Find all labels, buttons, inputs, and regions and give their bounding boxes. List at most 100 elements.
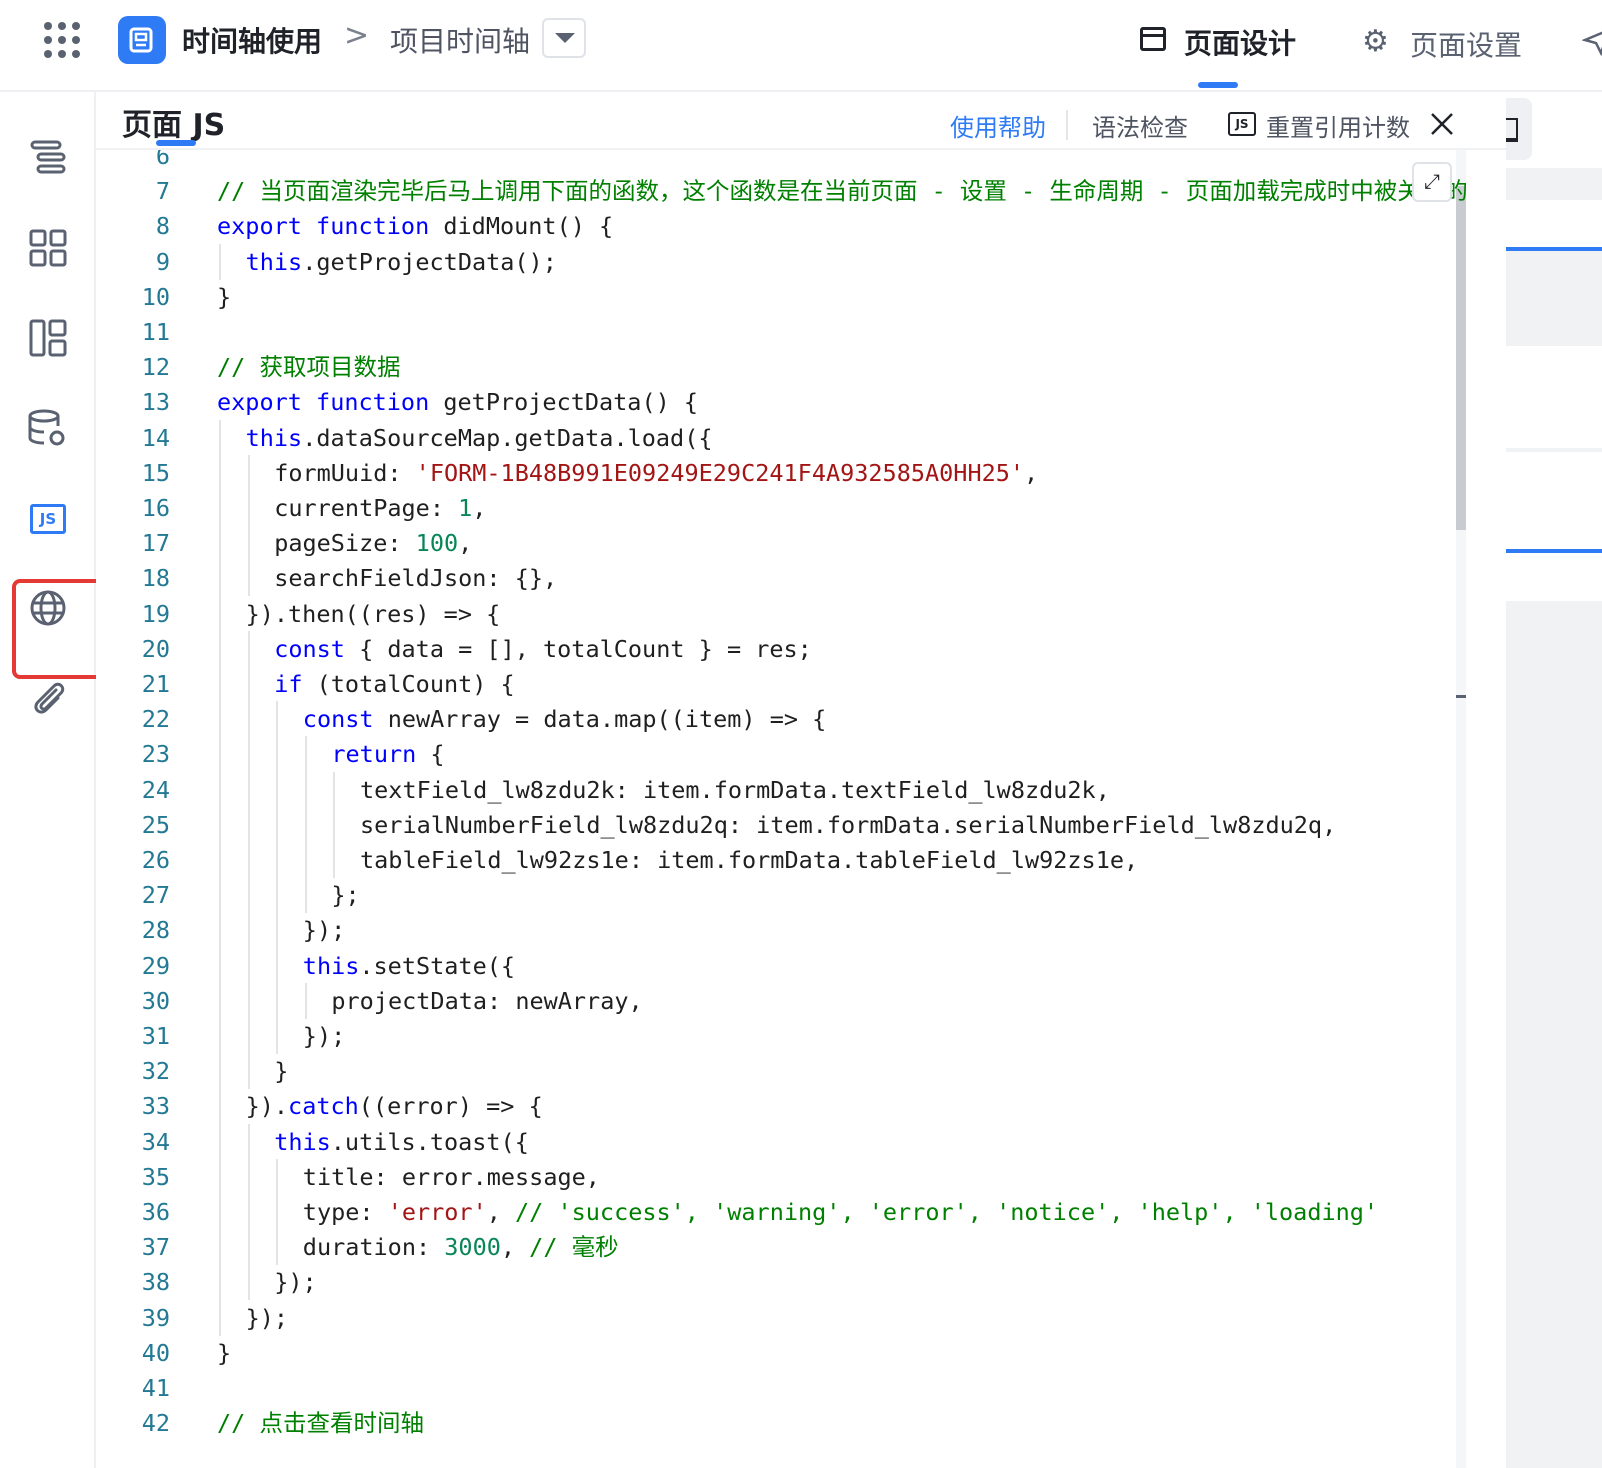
tab-page-settings-label: 页面设置	[1410, 29, 1523, 62]
line-number: 9	[155, 247, 170, 276]
line-number: 8	[155, 212, 170, 241]
line-number: 16	[141, 494, 170, 522]
code-line[interactable]: 28});	[96, 912, 1496, 949]
code-line[interactable]: 31});	[96, 1018, 1496, 1054]
js-file-icon: JS	[1228, 112, 1256, 136]
code-line[interactable]: 12 // 获取项目数据	[96, 349, 1496, 385]
left-sidebar: JS	[0, 92, 104, 1468]
code-line[interactable]: 24 textField_lw8zdu2k: item.formData.text…	[96, 771, 1496, 808]
indent-guide	[219, 1018, 221, 1054]
code-text: export function didMount() {	[217, 208, 613, 244]
code-line[interactable]: 39});	[96, 1299, 1496, 1336]
code-line[interactable]: 21 if (totalCount) {	[96, 666, 1496, 702]
indent-guide	[276, 1229, 279, 1266]
line-number: 7	[155, 177, 170, 206]
indent-guide	[304, 877, 307, 914]
indent-guide	[219, 1299, 221, 1336]
tab-page-design-label: 页面设计	[1184, 27, 1297, 60]
code-line[interactable]: 18 searchFieldJson: {},	[96, 560, 1496, 597]
indent-guide	[219, 842, 221, 878]
outline-icon[interactable]	[26, 136, 70, 180]
global-icon[interactable]	[26, 586, 70, 630]
code-token: duration:	[302, 1233, 445, 1262]
indent-guide	[247, 701, 250, 738]
code-line[interactable]: 19}).then((res) => {	[96, 595, 1496, 632]
code-text: });	[274, 1264, 316, 1300]
line-number: 29	[141, 951, 170, 980]
app-name[interactable]: 时间轴使用	[182, 20, 322, 60]
code-editor[interactable]: 6 7 // 当页面渲染完毕后马上调用下面的函数，这个函数是在当前页面 - 设置 -…	[96, 150, 1496, 1468]
code-text: const { data = [], totalCount } = res;	[274, 631, 812, 667]
indent-guide	[276, 982, 279, 1019]
code-line[interactable]: 30 projectData: newArray,	[96, 982, 1496, 1019]
reset-reference-count-label: 重置引用计数	[1266, 114, 1410, 142]
code-line[interactable]: 13 export function getProjectData() {	[96, 384, 1496, 420]
code-line[interactable]: 22 const newArray = data.map((item) => {	[96, 701, 1496, 738]
components-icon[interactable]	[26, 226, 70, 270]
page-switch-dropdown[interactable]	[542, 18, 586, 58]
datasource-icon[interactable]	[26, 406, 70, 450]
publish-icon[interactable]	[1581, 26, 1602, 57]
active-tab-indicator	[1198, 82, 1238, 88]
code-text: }).then((res) => {	[246, 596, 501, 632]
code-line[interactable]: 41	[96, 1370, 1496, 1406]
code-line[interactable]: 26 tableField_lw92zs1e: item.formData.tab…	[96, 842, 1496, 878]
code-line[interactable]: 8 export function didMount() {	[96, 208, 1496, 244]
code-text: this.dataSourceMap.getData.load({	[246, 420, 713, 456]
code-line[interactable]: 23 return {	[96, 736, 1496, 773]
code-line[interactable]: 17 pageSize: 100,	[96, 525, 1496, 562]
code-line[interactable]: 40}	[96, 1335, 1496, 1371]
indent-guide	[219, 666, 221, 702]
code-line[interactable]: 42 // 点击查看时间轴	[96, 1405, 1496, 1441]
code-line[interactable]: 6	[96, 150, 1496, 174]
code-line[interactable]: 25 serialNumberField_lw8zdu2q: item.formD…	[96, 806, 1496, 843]
js-code-item[interactable]: JS	[26, 496, 70, 540]
code-token: // 获取项目数据	[217, 353, 401, 382]
code-line[interactable]: 20 const { data = [], totalCount } = res;	[96, 630, 1496, 667]
code-line[interactable]: 34 this.utils.toast({	[96, 1123, 1496, 1160]
code-line[interactable]: 16 currentPage: 1,	[96, 490, 1496, 526]
line-number: 24	[141, 775, 170, 804]
indent-guide	[276, 947, 279, 984]
code-line[interactable]: 27};	[96, 877, 1496, 914]
code-text: }	[217, 279, 231, 315]
code-token: }).	[245, 1092, 289, 1121]
code-token: { data = [], totalCount } = res;	[344, 634, 812, 663]
attachment-icon[interactable]	[26, 676, 70, 720]
code-token: this	[245, 247, 303, 276]
code-line[interactable]: 7 // 当页面渲染完毕后马上调用下面的函数，这个函数是在当前页面 - 设置 - …	[96, 173, 1496, 209]
line-number: 6	[155, 150, 170, 170]
code-line[interactable]: 37 duration: 3000, // 毫秒	[96, 1229, 1496, 1266]
indent-guide	[247, 1053, 250, 1090]
close-icon[interactable]	[1424, 106, 1460, 142]
code-line[interactable]: 11	[96, 314, 1496, 350]
indent-guide	[276, 1158, 279, 1195]
code-line[interactable]: 15 formUuid: 'FORM-1B48B991E09249E29C241F…	[96, 454, 1496, 491]
js-icon: JS	[30, 504, 66, 534]
code-line[interactable]: 9 this.getProjectData();	[96, 243, 1496, 280]
code-line[interactable]: 32}	[96, 1053, 1496, 1090]
code-line[interactable]: 10}	[96, 279, 1496, 315]
line-number: 22	[141, 705, 170, 734]
indent-guide	[247, 630, 250, 667]
panel-title: 页面 JS	[122, 108, 226, 143]
lint-button[interactable]: 语法检查	[1092, 108, 1188, 143]
breadcrumb-separator: >	[344, 18, 370, 53]
code-line[interactable]: 36 type: 'error', // 'success', 'warning'…	[96, 1194, 1496, 1230]
code-line[interactable]: 35 title: error.message,	[96, 1158, 1496, 1195]
code-text: this.getProjectData();	[246, 244, 557, 280]
expand-icon[interactable]: ⤢	[1412, 162, 1452, 202]
breadcrumb-page[interactable]: 项目时间轴	[390, 20, 530, 60]
indent-guide	[219, 947, 221, 984]
code-text: searchFieldJson: {},	[274, 560, 557, 596]
code-token: });	[245, 1303, 289, 1332]
help-link[interactable]: 使用帮助	[950, 108, 1046, 143]
code-line[interactable]: 14 this.dataSourceMap.getData.load({	[96, 419, 1496, 456]
app-launcher-icon[interactable]	[44, 22, 80, 58]
indent-guide	[247, 947, 250, 984]
code-line[interactable]: 29 this.setState({	[96, 947, 1496, 984]
layout-icon[interactable]	[26, 316, 70, 360]
code-text: }).catch((error) => {	[246, 1088, 543, 1124]
code-line[interactable]: 33}).catch((error) => {	[96, 1088, 1496, 1125]
code-line[interactable]: 38});	[96, 1264, 1496, 1301]
